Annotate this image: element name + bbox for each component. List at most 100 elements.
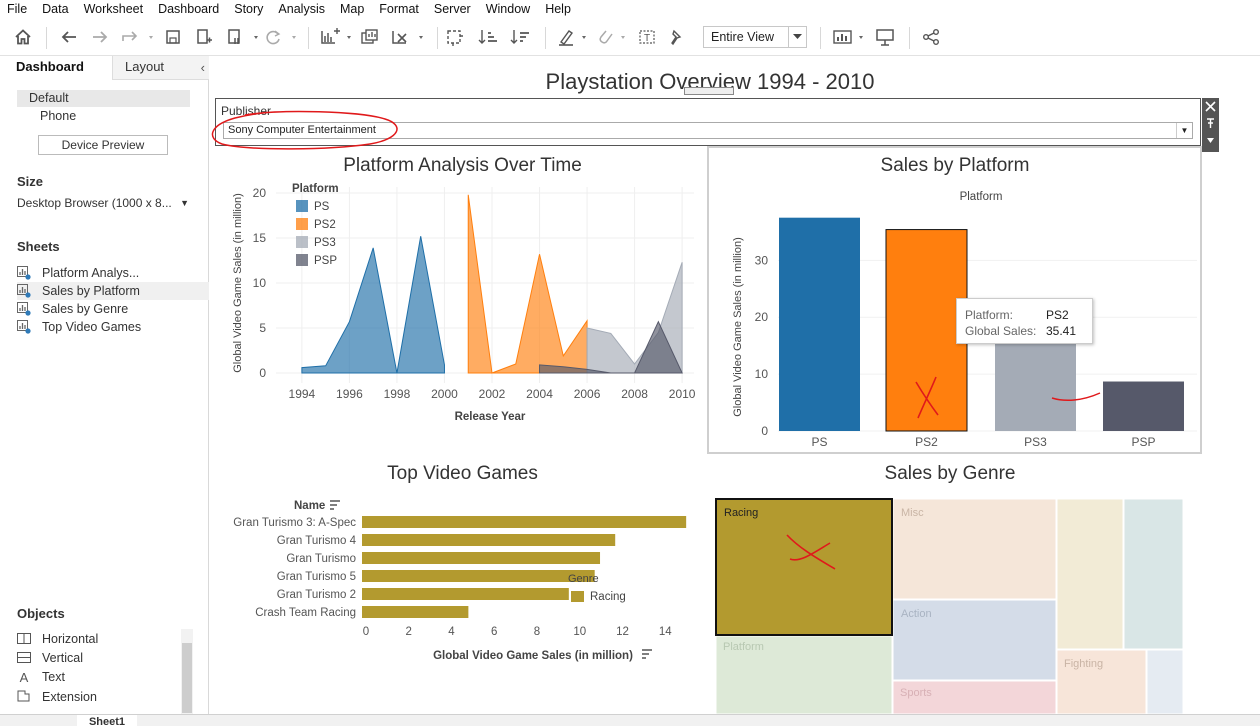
game-bar[interactable]: [362, 552, 601, 564]
tab-layout-label: Layout: [125, 59, 165, 74]
x-tick-label: 1998: [384, 387, 411, 401]
sheet-item[interactable]: Top Video Games: [17, 318, 209, 336]
object-text[interactable]: A Text: [17, 668, 65, 686]
tab-dashboard[interactable]: Dashboard: [0, 56, 112, 80]
sort-descending-icon[interactable]: [509, 27, 531, 47]
objects-scrollbar[interactable]: [181, 629, 193, 714]
object-vertical[interactable]: Vertical: [17, 649, 83, 667]
refresh-icon[interactable]: [263, 27, 299, 47]
y-tick-label: 0: [761, 424, 768, 438]
legend-swatch: [571, 591, 584, 602]
show-mark-labels-icon[interactable]: T: [636, 27, 658, 47]
x-tick-label: PS2: [915, 435, 938, 449]
menu-dashboard[interactable]: Dashboard: [151, 0, 227, 19]
sales-by-genre-treemap[interactable]: Racing Misc Action Platform Sports Fighting: [715, 497, 1190, 714]
size-select[interactable]: Desktop Browser (1000 x 8... ▼: [17, 195, 191, 212]
group-members-icon[interactable]: [595, 27, 629, 47]
legend-label: PS3: [314, 237, 336, 249]
y-tick-label: 0: [259, 366, 266, 380]
x-tick-label: 2004: [526, 387, 553, 401]
device-default[interactable]: Default: [17, 90, 190, 107]
legend-label: PSP: [314, 255, 337, 267]
bar-psp[interactable]: [1103, 381, 1184, 431]
presentation-mode-icon[interactable]: [874, 27, 896, 47]
game-bar[interactable]: [362, 606, 469, 618]
sheet-tabs-bar: Sheet1: [0, 714, 1260, 726]
save-icon[interactable]: [163, 27, 183, 47]
bar-ps[interactable]: [779, 217, 860, 431]
game-bar[interactable]: [362, 570, 595, 582]
more-options-icon[interactable]: [1207, 138, 1214, 143]
sales-by-platform-chart[interactable]: 0 10 20 30 PS PS2 PS3 PSP Platform Global Video G…: [710, 182, 1200, 452]
platform-analysis-chart[interactable]: 1994 1996 1998 2000 2002 2004 2006 2008 2010 0 5 10…: [210, 177, 707, 452]
treemap-cell[interactable]: [1123, 498, 1184, 650]
treemap-cell[interactable]: [1146, 649, 1184, 714]
pin-icon[interactable]: [1207, 118, 1214, 128]
game-bar[interactable]: [362, 588, 569, 600]
menu-file[interactable]: File: [0, 0, 35, 19]
tab-sheet[interactable]: Sheet1: [77, 715, 137, 726]
home-icon[interactable]: [12, 27, 34, 47]
legend-label: PS: [314, 201, 330, 213]
collapse-panel-icon[interactable]: ‹: [201, 60, 205, 75]
game-bar[interactable]: [362, 534, 616, 546]
menu-analysis[interactable]: Analysis: [271, 0, 333, 19]
view-size-select[interactable]: Entire View: [703, 26, 807, 48]
swap-rows-columns-icon[interactable]: [444, 27, 466, 47]
clear-sheet-icon[interactable]: [389, 27, 427, 47]
fix-axes-icon[interactable]: [665, 27, 687, 47]
redo-icon[interactable]: [89, 27, 111, 47]
show-me-icon[interactable]: [830, 27, 868, 47]
legend-title: Platform: [292, 183, 339, 195]
replay-icon[interactable]: [119, 27, 155, 47]
device-phone[interactable]: Phone: [40, 109, 76, 123]
highlight-icon[interactable]: [556, 27, 590, 47]
menu-help[interactable]: Help: [538, 0, 579, 19]
share-icon[interactable]: [920, 27, 942, 47]
bar-ps3[interactable]: [995, 342, 1076, 431]
menu-data[interactable]: Data: [35, 0, 76, 19]
menu-map[interactable]: Map: [333, 0, 372, 19]
close-icon[interactable]: [1205, 101, 1216, 112]
legend-swatch: [296, 254, 308, 266]
object-label: Extension: [42, 690, 97, 704]
area-series-ps2[interactable]: [467, 194, 588, 374]
sheet-item[interactable]: Platform Analys...: [17, 264, 209, 282]
treemap-cell[interactable]: [1056, 498, 1124, 650]
game-bar[interactable]: [362, 516, 687, 528]
sheet-item[interactable]: Sales by Platform: [17, 282, 209, 300]
top-video-games-chart[interactable]: Name Gran Turismo 3: A-Spec Gran Turismo 4…: [210, 492, 707, 714]
objects-heading: Objects: [17, 606, 65, 621]
bar-ps2[interactable]: [885, 229, 968, 432]
worksheet-used-icon: [17, 302, 31, 316]
object-extension[interactable]: Extension: [17, 688, 97, 706]
dashboard-canvas: Playstation Overview 1994 - 2010 Publish…: [210, 57, 1219, 714]
new-worksheet-icon[interactable]: [318, 27, 354, 47]
sort-ascending-icon[interactable]: [477, 27, 499, 47]
sheet-item[interactable]: Sales by Genre: [17, 300, 209, 318]
y-tick-label: 30: [755, 253, 769, 267]
undo-icon[interactable]: [58, 27, 80, 47]
chevron-down-icon: [788, 27, 806, 47]
worksheet-used-icon: [17, 284, 31, 298]
menu-story[interactable]: Story: [227, 0, 271, 19]
treemap-cell[interactable]: [715, 498, 893, 636]
drag-handle[interactable]: [684, 87, 734, 95]
device-preview-button[interactable]: Device Preview: [38, 135, 168, 155]
scrollbar-thumb[interactable]: [182, 643, 192, 713]
platform-analysis-title: Platform Analysis Over Time: [343, 155, 582, 176]
new-data-source-icon[interactable]: [193, 27, 215, 47]
pause-auto-updates-icon[interactable]: [224, 27, 262, 47]
sheets-heading: Sheets: [17, 239, 60, 254]
menu-window[interactable]: Window: [479, 0, 538, 19]
menu-server[interactable]: Server: [427, 0, 479, 19]
treemap-label: Platform: [723, 641, 764, 653]
y-axis-label: Global Video Game Sales (in million): [232, 193, 244, 373]
sales-by-platform-title: Sales by Platform: [880, 155, 1030, 176]
duplicate-sheet-icon[interactable]: [358, 27, 380, 47]
tab-layout[interactable]: Layout: [112, 56, 209, 80]
object-horizontal[interactable]: Horizontal: [17, 630, 98, 648]
x-tick-label: 14: [659, 626, 672, 638]
menu-worksheet[interactable]: Worksheet: [77, 0, 152, 19]
menu-format[interactable]: Format: [372, 0, 427, 19]
